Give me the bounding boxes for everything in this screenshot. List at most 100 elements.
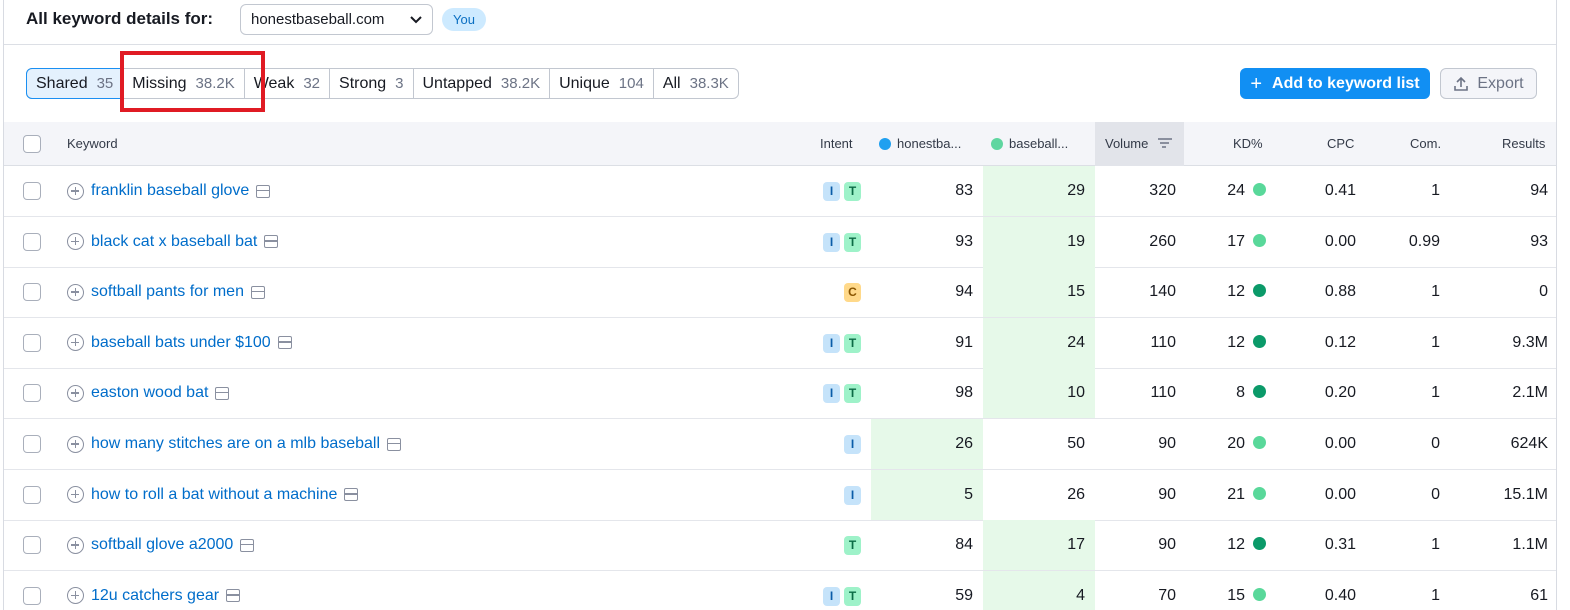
- keyword-link[interactable]: baseball bats under $100: [91, 334, 271, 352]
- keyword-link[interactable]: softball glove a2000: [91, 536, 233, 554]
- row-checkbox[interactable]: [23, 232, 41, 251]
- select-all-checkbox[interactable]: [23, 135, 41, 153]
- serp-features-icon[interactable]: [250, 285, 265, 299]
- table-row: how to roll a bat without a machine I 5 26 9…: [4, 469, 1556, 521]
- column-header-cpc[interactable]: CPC: [1327, 122, 1354, 166]
- row-checkbox[interactable]: [23, 384, 41, 403]
- com-value: 1: [1431, 182, 1440, 199]
- serp-features-icon[interactable]: [277, 336, 292, 350]
- keyword-link[interactable]: franklin baseball glove: [91, 182, 249, 200]
- intent-cell: I: [844, 435, 861, 454]
- kd-cell: 12: [1194, 267, 1266, 317]
- tab-missing[interactable]: Missing 38.2K: [123, 69, 245, 98]
- kd-cell: 21: [1194, 470, 1266, 520]
- serp-features-icon[interactable]: [344, 488, 359, 502]
- kd-cell: 24: [1194, 166, 1266, 216]
- kd-cell: 8: [1194, 368, 1266, 418]
- table-row: franklin baseball glove I T 83 29 320 24 0.41 1 9…: [4, 166, 1556, 217]
- tab-unique[interactable]: Unique 104: [550, 69, 654, 98]
- add-keyword-icon[interactable]: [67, 283, 84, 301]
- keyword-link[interactable]: how to roll a bat without a machine: [91, 486, 337, 504]
- serp-features-icon[interactable]: [226, 589, 241, 603]
- row-checkbox[interactable]: [23, 333, 41, 352]
- column-header-volume[interactable]: Volume: [1095, 122, 1184, 166]
- tab-untapped[interactable]: Untapped 38.2K: [414, 69, 551, 98]
- row-checkbox[interactable]: [23, 536, 41, 555]
- results-value: 2.1M: [1512, 384, 1548, 402]
- intent-badge: T: [844, 182, 861, 201]
- row-checkbox[interactable]: [23, 435, 41, 453]
- com-value: 0.99: [1408, 232, 1440, 250]
- com-value: 0: [1431, 435, 1440, 452]
- table-header: Keyword Intent honestba... baseball... V…: [4, 122, 1556, 166]
- keyword-link[interactable]: how many stitches are on a mlb baseball: [91, 435, 380, 453]
- domain1-position: 98: [955, 384, 973, 402]
- export-button[interactable]: Export: [1440, 68, 1537, 99]
- table-row: baseball bats under $100 I T 91 24 110 12 0.12 1…: [4, 317, 1556, 369]
- kd-difficulty-dot: [1253, 334, 1266, 348]
- serp-features-icon[interactable]: [387, 437, 402, 451]
- serp-features-icon[interactable]: [240, 538, 255, 552]
- add-keyword-icon[interactable]: [67, 486, 84, 504]
- keyword-cell: softball pants for men: [67, 267, 265, 317]
- intent-badge: I: [823, 586, 840, 606]
- intent-cell: I: [844, 485, 861, 505]
- results-value: 1.1M: [1512, 536, 1548, 554]
- results-value: 61: [1530, 586, 1548, 604]
- cpc-value: 0.20: [1324, 384, 1356, 402]
- intent-cell: IT: [823, 333, 861, 353]
- keyword-link[interactable]: easton wood bat: [91, 384, 208, 402]
- intent-cell: C: [844, 283, 861, 303]
- tab-all[interactable]: All 38.3K: [654, 69, 738, 98]
- domain1-position: 84: [955, 536, 973, 554]
- keyword-link[interactable]: softball pants for men: [91, 283, 244, 301]
- com-value: 1: [1431, 283, 1440, 301]
- cpc-value: 0.40: [1324, 586, 1356, 604]
- tab-strong[interactable]: Strong 3: [330, 69, 414, 98]
- add-keyword-icon[interactable]: [67, 334, 84, 352]
- column-header-domain1[interactable]: honestba...: [879, 122, 961, 166]
- kd-difficulty-dot: [1253, 385, 1266, 399]
- kd-difficulty-dot: [1253, 587, 1266, 601]
- kd-difficulty-dot: [1253, 183, 1266, 196]
- column-header-kd[interactable]: KD%: [1233, 122, 1263, 166]
- keyword-cell: 12u catchers gear: [67, 571, 241, 610]
- row-checkbox[interactable]: [23, 182, 41, 200]
- add-keyword-icon[interactable]: [67, 536, 84, 554]
- domain-select[interactable]: honestbaseball.com: [240, 4, 433, 35]
- add-keyword-icon[interactable]: [67, 435, 84, 453]
- column-header-com[interactable]: Com.: [1410, 122, 1441, 166]
- tab-label: Shared: [36, 74, 88, 92]
- keyword-link[interactable]: 12u catchers gear: [91, 587, 219, 605]
- plus-icon: +: [1250, 72, 1263, 95]
- domain1-label: honestba...: [897, 136, 962, 151]
- add-keyword-icon[interactable]: [67, 182, 84, 200]
- intent-cell: IT: [823, 586, 861, 606]
- column-header-results[interactable]: Results: [1502, 122, 1545, 166]
- serp-features-icon[interactable]: [264, 235, 279, 249]
- kd-difficulty-dot: [1253, 233, 1266, 247]
- tab-weak[interactable]: Weak 32: [245, 69, 331, 98]
- kd-cell: 12: [1194, 520, 1266, 570]
- row-checkbox[interactable]: [23, 586, 41, 605]
- add-to-keyword-list-button[interactable]: + Add to keyword list: [1240, 68, 1430, 99]
- serp-features-icon[interactable]: [215, 386, 230, 400]
- table-row: softball pants for men C 94 15 140 12 0.88 1 0: [4, 267, 1556, 319]
- intent-cell: T: [844, 536, 861, 556]
- keyword-cell: how to roll a bat without a machine: [67, 470, 359, 520]
- add-keyword-icon[interactable]: [67, 587, 84, 605]
- column-header-keyword[interactable]: Keyword: [67, 122, 118, 166]
- kd-value: 24: [1227, 182, 1245, 199]
- keyword-link[interactable]: black cat x baseball bat: [91, 233, 257, 251]
- add-keyword-icon[interactable]: [67, 384, 84, 402]
- sort-descending-icon: [1158, 138, 1172, 148]
- row-checkbox[interactable]: [23, 485, 41, 504]
- tab-shared[interactable]: Shared 35: [26, 68, 124, 99]
- serp-features-icon[interactable]: [256, 184, 271, 198]
- intent-cell: IT: [823, 232, 861, 252]
- column-header-domain2[interactable]: baseball...: [991, 122, 1068, 166]
- kd-cell: 12: [1194, 318, 1266, 368]
- add-keyword-icon[interactable]: [67, 233, 84, 251]
- column-header-intent[interactable]: Intent: [820, 122, 853, 166]
- row-checkbox[interactable]: [23, 283, 41, 302]
